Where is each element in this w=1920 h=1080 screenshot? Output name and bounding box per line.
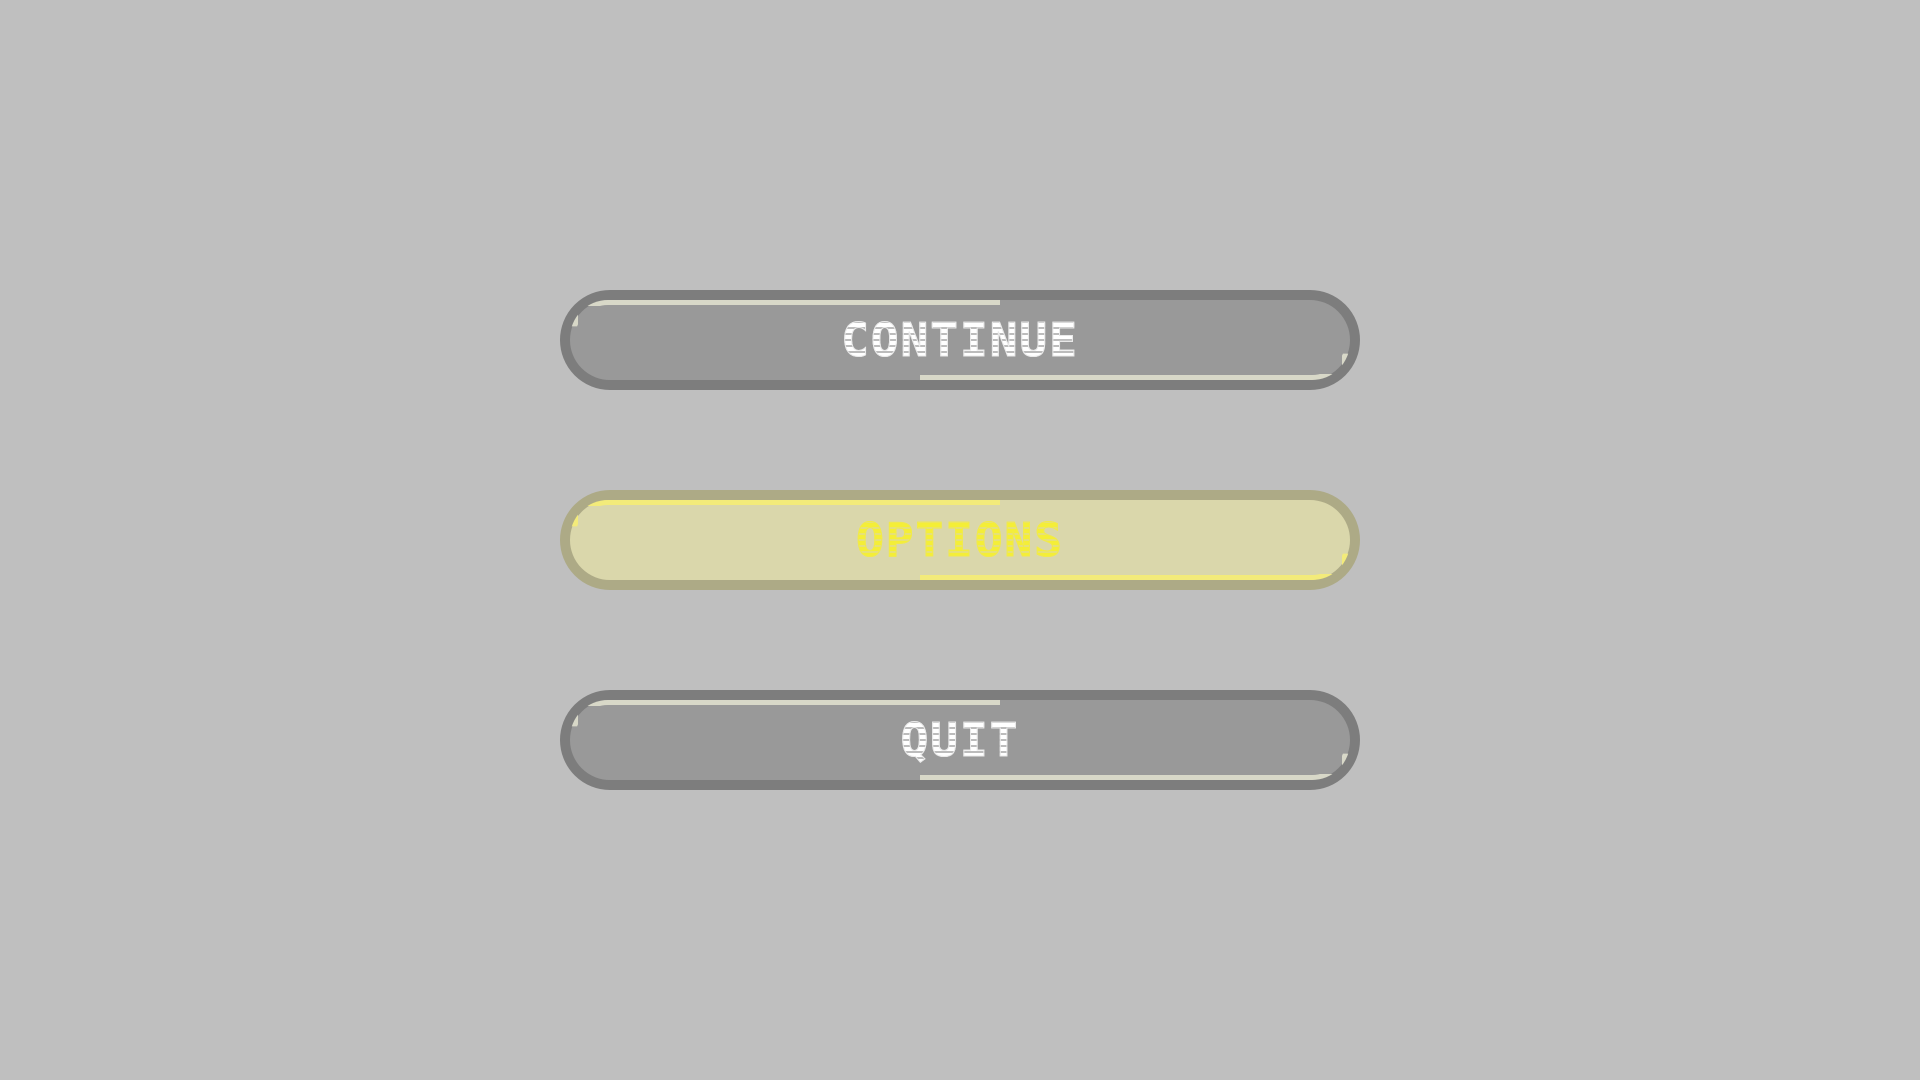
options-button-label: OPTIONS	[570, 517, 1350, 564]
quit-button[interactable]: QUIT	[560, 690, 1360, 790]
continue-button[interactable]: CONTINUE	[560, 290, 1360, 390]
options-button[interactable]: OPTIONS	[560, 490, 1360, 590]
continue-button-label: CONTINUE	[570, 317, 1350, 364]
quit-button-label: QUIT	[570, 717, 1350, 764]
